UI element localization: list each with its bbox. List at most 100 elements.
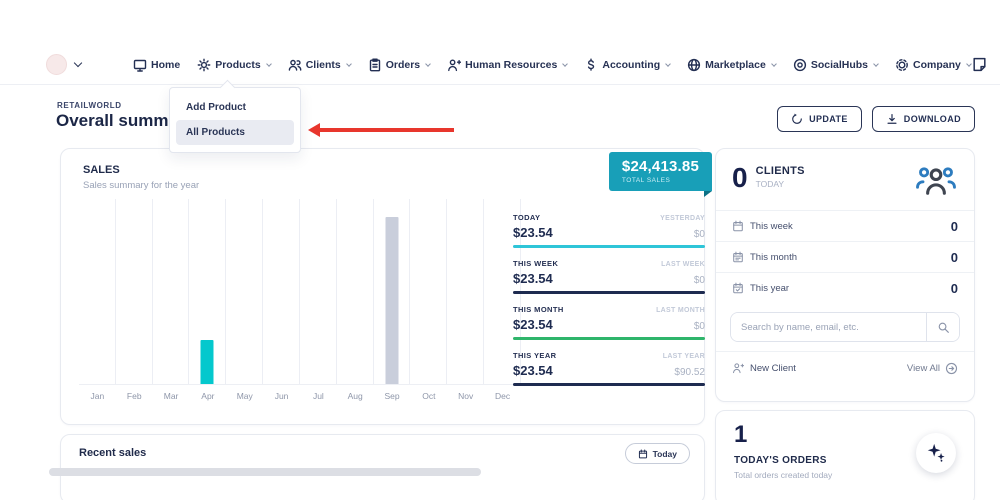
- chart-column-sep: [374, 199, 411, 384]
- sales-bar-chart: JanFebMarAprMayJunJulAugSepOctNovDec: [79, 199, 521, 401]
- nav-item-label: Company: [913, 59, 961, 71]
- orders-title: TODAY'S ORDERS: [734, 455, 827, 466]
- chart-column-mar: [153, 199, 190, 384]
- sales-card-subtitle: Sales summary for the year: [83, 180, 199, 191]
- nav-item-socialhubs[interactable]: SocialHubs: [793, 58, 878, 72]
- stat-underline: [513, 291, 705, 294]
- brand-logo: [46, 54, 67, 75]
- clients-sublabel: TODAY: [756, 179, 805, 189]
- chevron-down-icon: [665, 61, 671, 67]
- x-axis-tick: Feb: [116, 391, 153, 401]
- chart-column-jul: [300, 199, 337, 384]
- chevron-down-icon: [425, 61, 431, 67]
- chart-plot-area: [79, 199, 521, 385]
- stat-this-week: THIS WEEKLAST WEEK $23.54$0: [513, 259, 705, 294]
- x-axis-tick: Aug: [337, 391, 374, 401]
- chevron-down-icon: [266, 61, 272, 67]
- clients-row-this-week: This week 0: [716, 210, 974, 241]
- nav-item-label: Products: [215, 59, 261, 71]
- chevron-down-icon: [74, 59, 82, 67]
- orders-subtitle: Total orders created today: [734, 470, 832, 480]
- clients-count: 0: [732, 163, 748, 193]
- nav-item-clients[interactable]: Clients: [288, 58, 351, 72]
- chevron-down-icon: [346, 61, 352, 67]
- dropdown-item-add-product[interactable]: Add Product: [176, 95, 294, 120]
- calendar-check-icon: [732, 282, 744, 294]
- stat-this-month: THIS MONTHLAST MONTH $23.54$0: [513, 305, 705, 340]
- monitor-icon: [133, 58, 147, 72]
- nav-item-label: SocialHubs: [811, 59, 868, 71]
- recent-sales-card: Recent sales Today: [60, 434, 705, 500]
- arrow-circle-icon: [945, 362, 958, 375]
- people-group-icon: [914, 164, 958, 200]
- dropdown-item-all-products[interactable]: All Products: [176, 120, 294, 145]
- chevron-down-icon: [771, 61, 777, 67]
- chart-bar-sep: [385, 217, 398, 384]
- nav-item-products[interactable]: Products: [197, 58, 271, 72]
- x-axis-tick: Sep: [374, 391, 411, 401]
- clients-header: 0 CLIENTS TODAY: [716, 149, 974, 210]
- chart-column-feb: [116, 199, 153, 384]
- client-search: [716, 303, 974, 351]
- client-search-input[interactable]: [731, 313, 926, 341]
- clients-week-value: 0: [951, 219, 958, 234]
- calendar-icon: [638, 449, 648, 459]
- chart-column-jun: [263, 199, 300, 384]
- x-axis-tick: Jul: [300, 391, 337, 401]
- people-icon: [288, 58, 302, 72]
- globe-icon: [687, 58, 701, 72]
- chart-column-jan: [79, 199, 116, 384]
- breadcrumb: RETAILWORLD: [57, 101, 122, 110]
- view-all-link[interactable]: View All: [907, 362, 958, 375]
- nav-item-home[interactable]: Home: [133, 58, 180, 72]
- hub-icon: [793, 58, 807, 72]
- today-filter-button[interactable]: Today: [625, 443, 690, 464]
- dashboard-page: Home Products Clients Orders Human Resou…: [0, 0, 1000, 500]
- nav-item-marketplace[interactable]: Marketplace: [687, 58, 776, 72]
- notes-icon[interactable]: [971, 56, 988, 73]
- sales-card: SALES Sales summary for the year $24,413…: [60, 148, 705, 425]
- x-axis-tick: Apr: [189, 391, 226, 401]
- total-sales-label: TOTAL SALES: [622, 177, 699, 184]
- update-button[interactable]: UPDATE: [777, 106, 862, 132]
- orders-count: 1: [734, 421, 747, 449]
- search-button[interactable]: [926, 313, 959, 341]
- stat-today: TODAYYESTERDAY $23.54$0: [513, 213, 705, 248]
- top-navbar: Home Products Clients Orders Human Resou…: [0, 45, 1000, 85]
- annotation-arrow: [308, 123, 454, 137]
- brand-menu[interactable]: [46, 54, 81, 75]
- todays-orders-card: 1 TODAY'S ORDERS Total orders created to…: [715, 410, 975, 500]
- chevron-down-icon: [563, 61, 569, 67]
- new-client-link[interactable]: New Client: [732, 362, 796, 374]
- x-axis-tick: Oct: [410, 391, 447, 401]
- download-button[interactable]: DOWNLOAD: [872, 106, 975, 132]
- clients-year-value: 0: [951, 281, 958, 296]
- dollar-icon: [584, 58, 598, 72]
- clients-footer: New Client View All: [716, 351, 974, 384]
- gear-icon: [197, 58, 211, 72]
- products-dropdown-menu: Add Product All Products: [169, 87, 301, 153]
- x-axis-tick: Jan: [79, 391, 116, 401]
- nav-item-company[interactable]: Company: [895, 58, 971, 72]
- main-nav: Home Products Clients Orders Human Resou…: [133, 58, 971, 72]
- chart-bar-apr: [201, 340, 214, 384]
- person-plus-icon: [447, 58, 461, 72]
- company-gear-icon: [895, 58, 909, 72]
- x-axis-tick: May: [226, 391, 263, 401]
- x-axis-tick: Mar: [153, 391, 190, 401]
- chart-column-may: [226, 199, 263, 384]
- ai-sparkle-button[interactable]: [916, 433, 956, 473]
- recent-sales-title: Recent sales: [79, 447, 146, 459]
- clients-label: CLIENTS: [756, 165, 805, 177]
- total-sales-badge: $24,413.85 TOTAL SALES: [609, 152, 712, 191]
- horizontal-scrollbar[interactable]: [49, 468, 481, 476]
- calendar-month-icon: [732, 251, 744, 263]
- stat-underline: [513, 245, 705, 248]
- nav-item-orders[interactable]: Orders: [368, 58, 430, 72]
- nav-utilities: ?: [971, 53, 1000, 77]
- nav-item-human-resources[interactable]: Human Resources: [447, 58, 567, 72]
- chart-column-nov: [447, 199, 484, 384]
- nav-item-accounting[interactable]: Accounting: [584, 58, 670, 72]
- nav-item-label: Clients: [306, 59, 341, 71]
- chart-x-axis: JanFebMarAprMayJunJulAugSepOctNovDec: [79, 391, 521, 401]
